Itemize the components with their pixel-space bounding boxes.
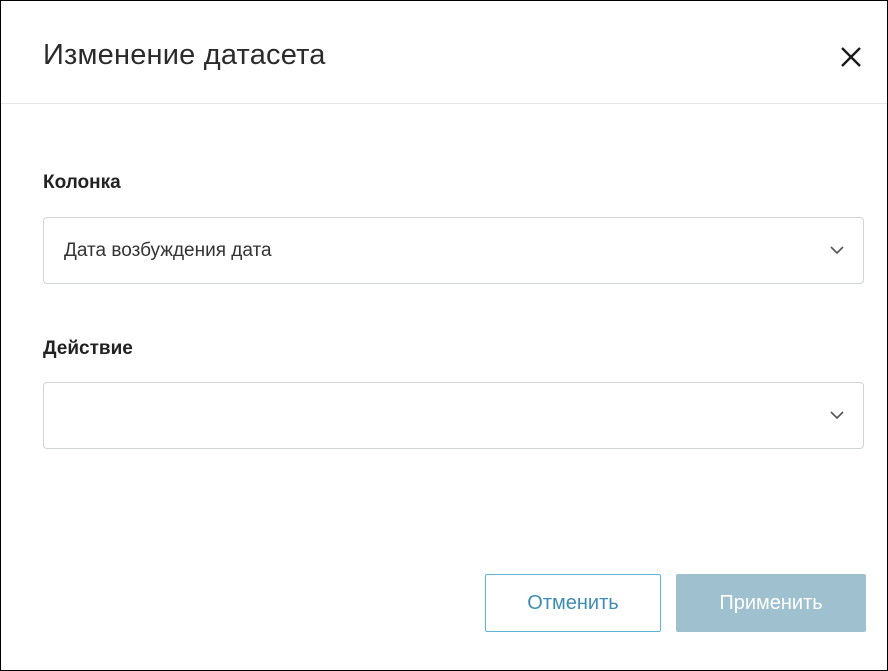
column-select[interactable]: Дата возбуждения дата xyxy=(43,217,864,284)
action-select[interactable] xyxy=(43,382,864,449)
close-button[interactable] xyxy=(833,39,869,75)
column-field-label: Колонка xyxy=(43,172,121,193)
column-select-value: Дата возбуждения дата xyxy=(64,240,272,261)
chevron-down-icon xyxy=(830,411,844,420)
action-field-label: Действие xyxy=(43,338,133,359)
dialog-header: Изменение датасета xyxy=(1,1,887,104)
edit-dataset-dialog: Изменение датасета Колонка Дата возбужде… xyxy=(0,0,888,671)
dialog-title: Изменение датасета xyxy=(43,39,326,71)
cancel-button[interactable]: Отменить xyxy=(485,574,661,632)
chevron-down-icon xyxy=(830,246,844,255)
close-icon xyxy=(841,47,861,67)
apply-button[interactable]: Применить xyxy=(676,574,866,632)
